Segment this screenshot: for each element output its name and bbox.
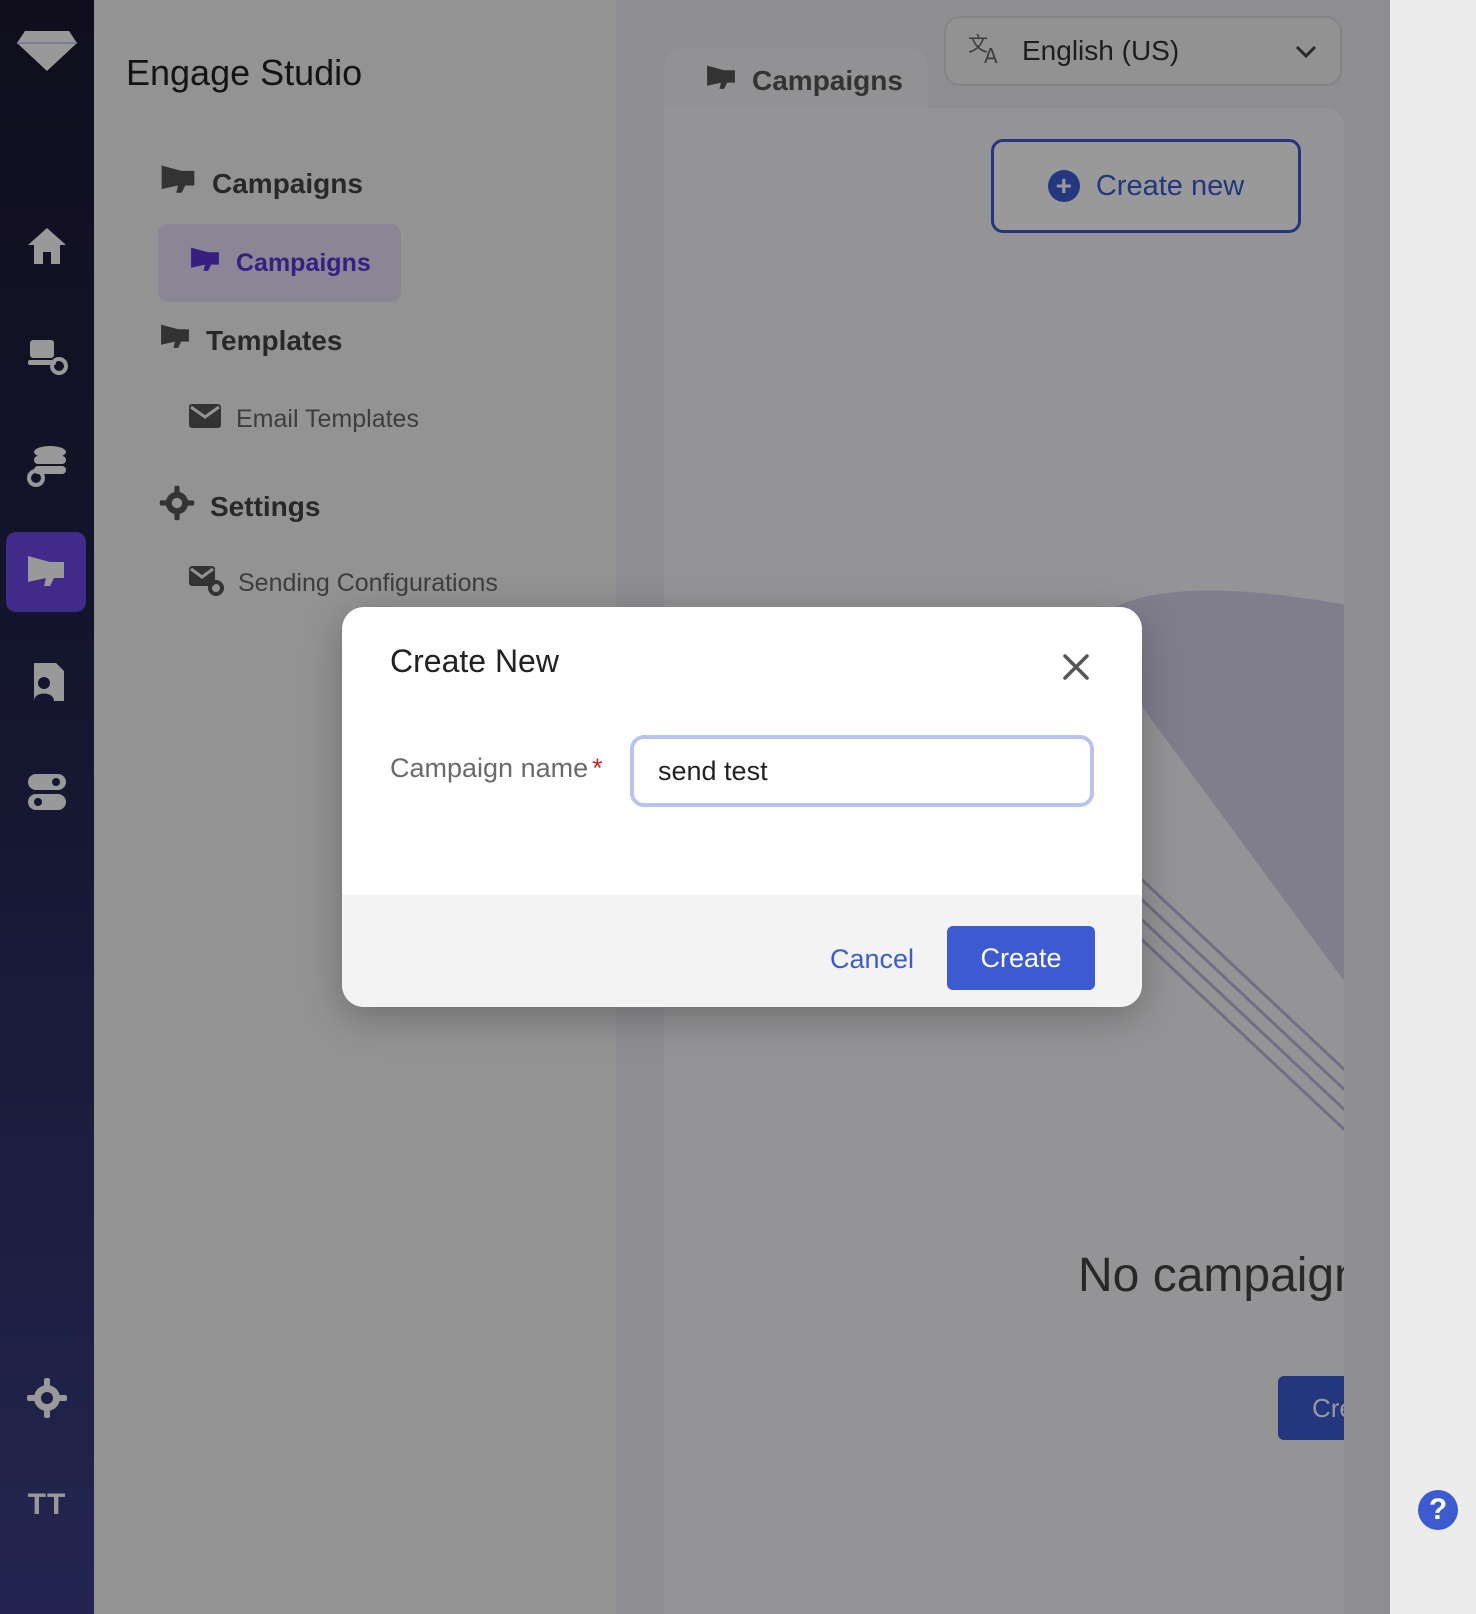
dialog-title: Create New <box>390 643 559 679</box>
help-icon[interactable]: ? <box>1418 1490 1458 1530</box>
required-marker: * <box>592 753 603 783</box>
create-button[interactable]: Create <box>947 926 1095 990</box>
campaign-name-label: Campaign name * <box>390 753 603 784</box>
cancel-button[interactable]: Cancel <box>818 927 926 991</box>
campaign-name-label-text: Campaign name <box>390 753 589 783</box>
close-icon[interactable] <box>1052 643 1100 691</box>
create-new-dialog: Create New Campaign name* Cancel Create <box>342 607 1142 1007</box>
campaign-name-input[interactable] <box>630 735 1094 807</box>
dialog-footer: Cancel Create <box>342 895 1142 1007</box>
